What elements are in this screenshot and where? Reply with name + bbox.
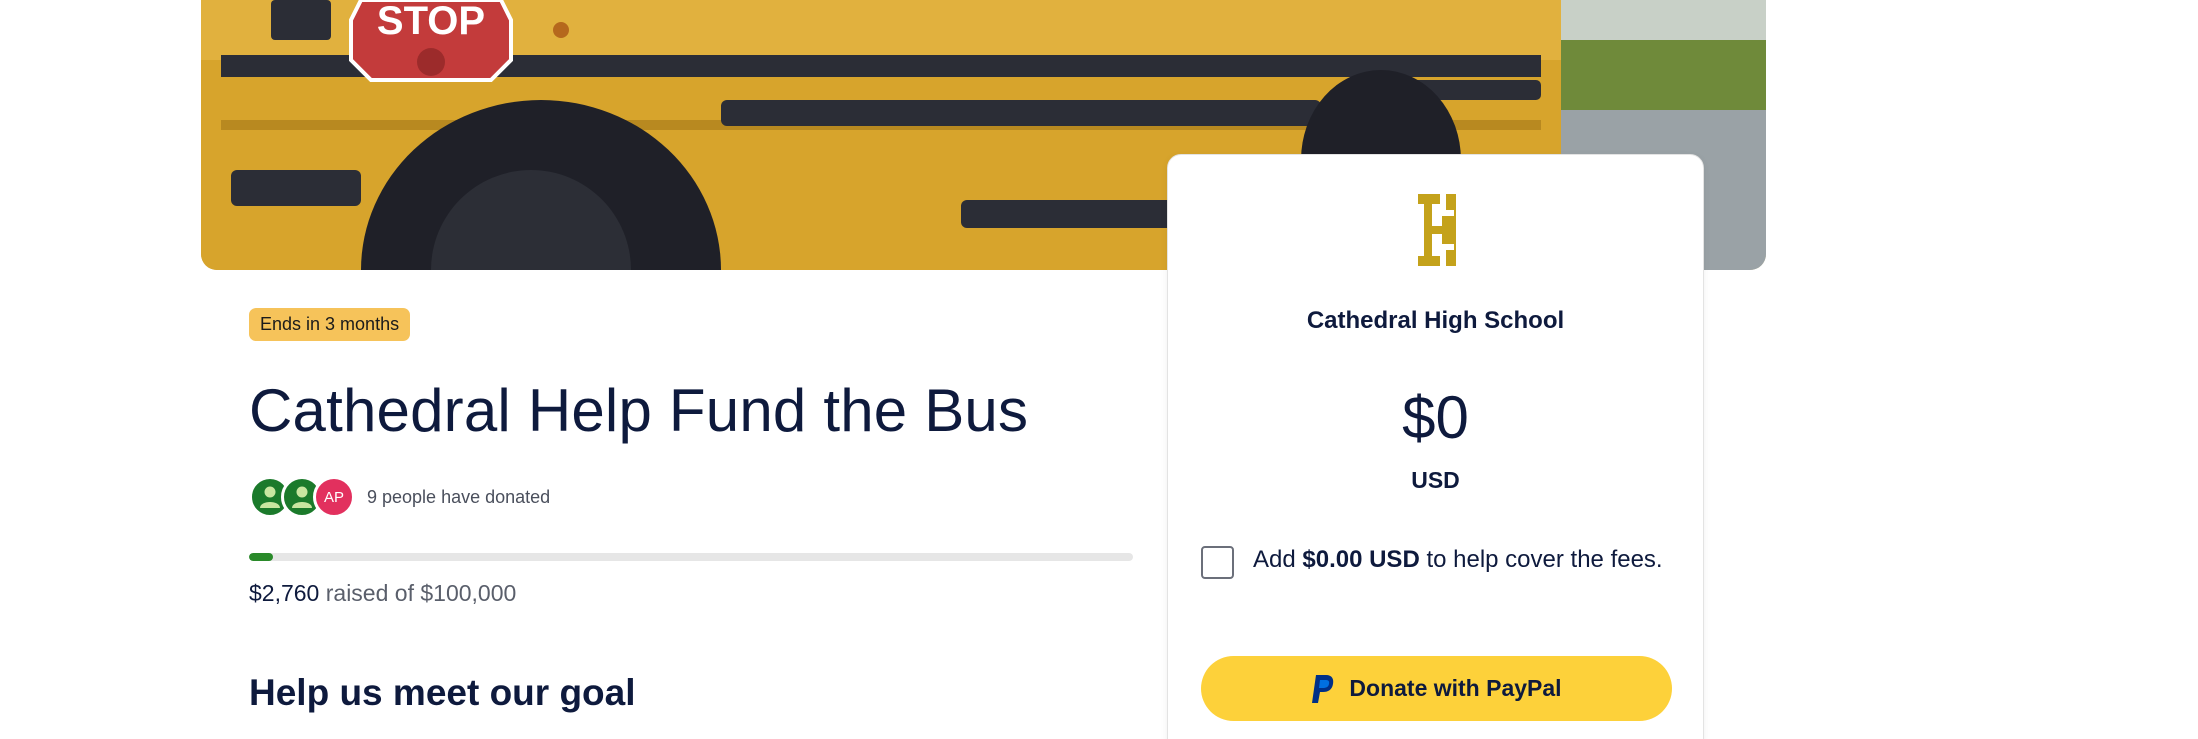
currency-label[interactable]: USD: [1168, 467, 1703, 494]
fee-amount: $0.00 USD: [1302, 546, 1420, 573]
organization-name: Cathedral High School: [1306, 307, 1565, 334]
progress-bar: [249, 553, 1133, 561]
progress-bar-fill: [249, 553, 274, 561]
donors-row[interactable]: AP 9 people have donated: [249, 476, 550, 518]
donation-card: Cathedral High School $0 USD Add $0.00 U…: [1167, 154, 1704, 739]
cathedral-logo-icon: [1418, 194, 1456, 266]
person-icon: [292, 486, 312, 508]
donation-amount[interactable]: $0: [1168, 383, 1703, 452]
donor-avatar-initials: AP: [313, 476, 355, 518]
fee-text-prefix: Add: [1253, 546, 1303, 573]
raised-goal-text: raised of $100,000: [319, 580, 517, 606]
person-icon: [260, 486, 280, 508]
cover-fees-checkbox[interactable]: [1201, 546, 1234, 579]
section-heading: Help us meet our goal: [249, 672, 636, 713]
campaign-title: Cathedral Help Fund the Bus: [249, 377, 1029, 444]
donors-count-text: 9 people have donated: [367, 486, 551, 507]
cover-fees-row: Add $0.00 USD to help cover the fees.: [1201, 543, 1671, 579]
cover-fees-label: Add $0.00 USD to help cover the fees.: [1253, 543, 1663, 576]
donate-button-label: Donate with PayPal: [1349, 675, 1562, 701]
stop-sign-text: STOP: [377, 0, 485, 43]
fee-text-suffix: to help cover the fees.: [1419, 546, 1663, 573]
donate-with-paypal-button[interactable]: Donate with PayPal: [1201, 656, 1672, 721]
paypal-icon: [1312, 674, 1334, 703]
raised-summary: $2,760 raised of $100,000: [249, 580, 516, 607]
raised-amount: $2,760: [249, 580, 320, 606]
ends-in-badge: Ends in 3 months: [249, 308, 411, 341]
